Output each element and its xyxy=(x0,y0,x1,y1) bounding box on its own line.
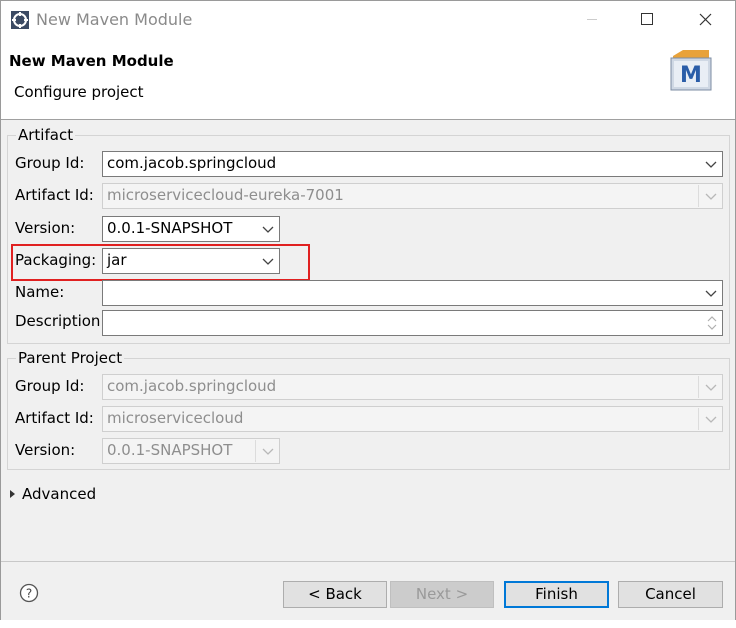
advanced-label: Advanced xyxy=(22,485,97,503)
description-label: Description: xyxy=(15,312,106,330)
minimize-icon xyxy=(587,19,597,20)
advanced-section-toggle[interactable]: Advanced xyxy=(10,485,96,503)
parent-version-label: Version: xyxy=(15,441,76,459)
group-id-combo[interactable]: com.jacob.springcloud xyxy=(102,151,723,177)
dialog-window: New Maven Module New Maven Module Config… xyxy=(0,0,736,628)
wizard-header: New Maven Module Configure project M xyxy=(1,38,735,120)
parent-version-value: 0.0.1-SNAPSHOT xyxy=(107,441,233,459)
footer-separator xyxy=(1,561,735,562)
title-bar: New Maven Module xyxy=(1,1,735,38)
background-console-strip xyxy=(0,620,736,628)
close-icon xyxy=(699,13,712,26)
version-combo[interactable]: 0.0.1-SNAPSHOT xyxy=(102,216,280,242)
chevron-down-icon[interactable] xyxy=(700,282,722,304)
parent-version-dropdown xyxy=(255,440,279,462)
finish-button[interactable]: Finish xyxy=(504,581,609,608)
parent-artifact-id-dropdown xyxy=(698,408,722,430)
chevron-down-icon xyxy=(262,448,274,455)
help-icon[interactable]: ? xyxy=(19,583,39,603)
name-label: Name: xyxy=(15,283,65,301)
chevron-down-icon xyxy=(705,416,717,423)
chevron-down-icon xyxy=(705,384,717,391)
artifact-group-legend: Artifact xyxy=(16,126,76,144)
chevron-down-icon xyxy=(705,193,717,200)
group-id-value: com.jacob.springcloud xyxy=(107,154,277,172)
artifact-id-label: Artifact Id: xyxy=(15,186,94,204)
artifact-id-combo: microservicecloud-eureka-7001 xyxy=(102,183,723,209)
name-combo[interactable] xyxy=(102,280,723,306)
svg-text:M: M xyxy=(680,63,702,88)
close-button[interactable] xyxy=(683,1,729,38)
minimize-button[interactable] xyxy=(569,1,615,38)
chevron-down-icon[interactable] xyxy=(700,153,722,175)
scroll-arrows-icon[interactable] xyxy=(704,313,720,333)
version-label: Version: xyxy=(15,219,76,237)
group-id-label: Group Id: xyxy=(15,154,85,172)
cancel-button[interactable]: Cancel xyxy=(618,581,723,608)
version-value: 0.0.1-SNAPSHOT xyxy=(107,219,233,237)
packaging-highlight-box xyxy=(11,244,310,281)
parent-group-id-combo: com.jacob.springcloud xyxy=(102,374,723,400)
artifact-id-value: microservicecloud-eureka-7001 xyxy=(107,186,344,204)
parent-project-legend: Parent Project xyxy=(16,349,125,367)
chevron-down-icon[interactable] xyxy=(257,218,279,240)
maximize-icon xyxy=(641,13,653,25)
parent-artifact-id-combo: microservicecloud xyxy=(102,406,723,432)
expand-arrow-icon xyxy=(10,489,15,498)
parent-version-combo: 0.0.1-SNAPSHOT xyxy=(102,438,280,464)
svg-text:?: ? xyxy=(26,587,32,601)
parent-group-id-label: Group Id: xyxy=(15,377,85,395)
wizard-subtitle: Configure project xyxy=(14,83,144,101)
parent-artifact-id-label: Artifact Id: xyxy=(15,409,94,427)
parent-group-id-dropdown xyxy=(698,376,722,398)
eclipse-app-icon xyxy=(11,11,29,29)
window-title: New Maven Module xyxy=(36,10,193,29)
artifact-id-dropdown xyxy=(698,185,722,207)
parent-group-id-value: com.jacob.springcloud xyxy=(107,377,277,395)
maven-logo-icon: M xyxy=(670,50,712,91)
next-button[interactable]: Next > xyxy=(390,581,494,608)
maximize-button[interactable] xyxy=(623,1,669,38)
description-textarea[interactable] xyxy=(102,310,723,336)
parent-artifact-id-value: microservicecloud xyxy=(107,409,244,427)
back-button[interactable]: < Back xyxy=(283,581,387,608)
wizard-title: New Maven Module xyxy=(9,52,174,70)
